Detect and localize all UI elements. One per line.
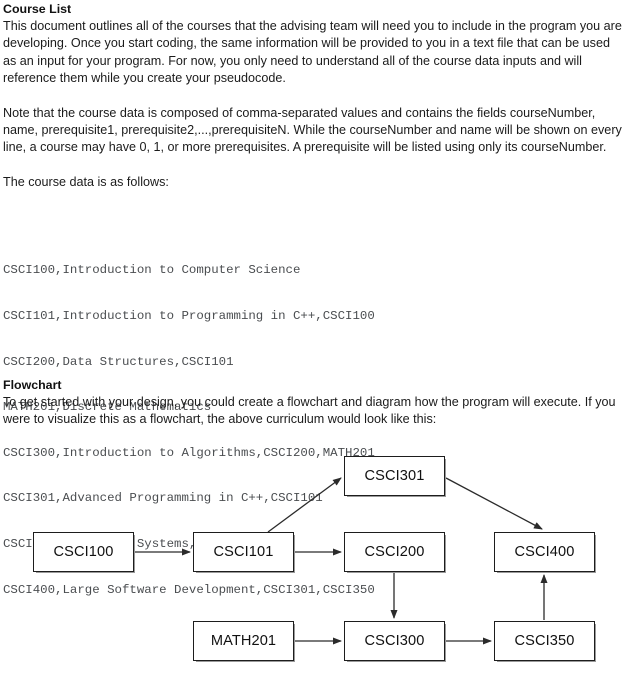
flowchart-edge-csci301-to-csci400 — [445, 477, 543, 530]
flowchart-node-label: CSCI300 — [364, 633, 425, 649]
flowchart-node-csci301: CSCI301 — [344, 456, 445, 496]
course-data-line: CSCI100,Introduction to Computer Science — [3, 263, 301, 278]
flowchart-node-label: CSCI400 — [514, 544, 575, 560]
course-list-paragraph-1: This document outlines all of the course… — [3, 19, 622, 86]
paragraph-spacer-2 — [0, 157, 626, 174]
flowchart-node-label: CSCI350 — [514, 633, 575, 649]
course-data-line: CSCI200,Data Structures,CSCI101 — [3, 354, 234, 369]
page-title: Course List — [3, 2, 72, 16]
flowchart-node-csci101: CSCI101 — [193, 532, 294, 572]
flowchart-heading: Flowchart — [3, 378, 62, 392]
flowchart-node-label: MATH201 — [210, 633, 277, 649]
section-flowchart: Flowchart To get started with your desig… — [0, 378, 626, 429]
flowchart-edge-csci101-to-csci301 — [267, 477, 342, 533]
flowchart-node-csci200: CSCI200 — [344, 532, 445, 572]
flowchart-node-csci300: CSCI300 — [344, 621, 445, 661]
flowchart-node-label: CSCI101 — [213, 544, 274, 560]
course-list-paragraph-3: The course data is as follows: — [3, 174, 169, 189]
course-list-paragraph-2: Note that the course data is composed of… — [3, 105, 622, 155]
course-data-line: CSCI101,Introduction to Programming in C… — [3, 309, 375, 324]
flowchart-node-math201: MATH201 — [193, 621, 294, 661]
flowchart-node-csci350: CSCI350 — [494, 621, 595, 661]
flowchart-node-label: CSCI200 — [364, 544, 425, 560]
flowchart-node-label: CSCI100 — [53, 544, 114, 560]
flowchart-node-csci100: CSCI100 — [33, 532, 134, 572]
flowchart-diagram: CSCI301 CSCI100 CSCI101 CSCI200 CSCI400 MATH2… — [0, 445, 626, 690]
flowchart-paragraph: To get started with your design, you cou… — [3, 395, 616, 427]
flowchart-node-label: CSCI301 — [364, 468, 425, 484]
flowchart-node-csci400: CSCI400 — [494, 532, 595, 572]
section-course-list: Course List This document outlines all o… — [0, 2, 626, 191]
